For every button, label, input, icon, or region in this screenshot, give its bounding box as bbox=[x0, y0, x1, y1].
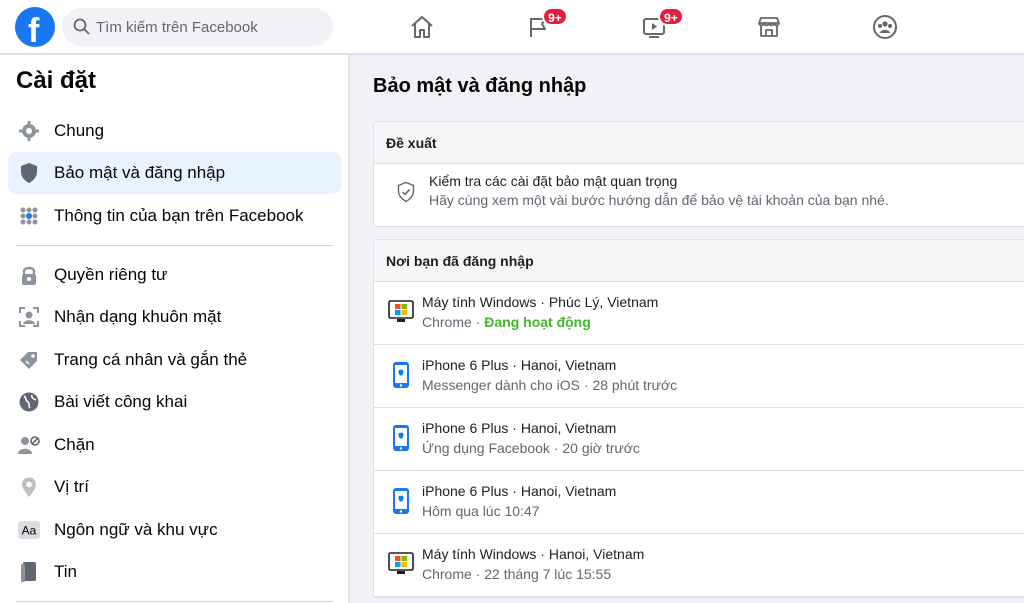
sessions-header: Nơi bạn đã đăng nhập bbox=[374, 240, 1024, 282]
sidebar-item-privacy[interactable]: Quyền riêng tư bbox=[8, 254, 341, 296]
session-row[interactable]: iPhone 6 Plus · Hanoi, Vietnam Hôm qua l… bbox=[374, 471, 1024, 534]
security-checkup-title: Kiểm tra các cài đặt bảo mật quan trọng bbox=[429, 173, 678, 189]
security-checkup-item[interactable]: Kiểm tra các cài đặt bảo mật quan trọng … bbox=[374, 164, 1024, 226]
session-row[interactable]: Máy tính Windows · Phúc Lý, Vietnam Chro… bbox=[374, 282, 1024, 345]
pages-notification-badge: 9+ bbox=[542, 7, 568, 26]
session-device: iPhone 6 Plus bbox=[422, 483, 509, 499]
session-time: 20 giờ trước bbox=[562, 440, 640, 456]
language-icon: Aa bbox=[15, 516, 43, 544]
groups-icon bbox=[873, 15, 897, 39]
settings-sidebar: Cài đặt Chung Bảo mật và đăng nhập Thông… bbox=[0, 55, 349, 603]
session-row[interactable]: Máy tính Windows · Hanoi, Vietnam Chrome… bbox=[374, 534, 1024, 597]
sidebar-item-public-posts[interactable]: Bài viết công khai bbox=[8, 381, 341, 423]
session-location: Hanoi, Vietnam bbox=[520, 357, 617, 373]
session-active-status: Đang hoạt động bbox=[484, 314, 591, 330]
sidebar-item-label: Thông tin của bạn trên Facebook bbox=[54, 206, 304, 225]
logged-in-sessions-card: Nơi bạn đã đăng nhập Máy tính Windows · … bbox=[373, 239, 1024, 598]
windows-computer-icon bbox=[388, 549, 414, 579]
session-location: Phúc Lý, Vietnam bbox=[548, 294, 659, 310]
sidebar-divider bbox=[16, 245, 333, 246]
page-title: Bảo mật và đăng nhập bbox=[373, 75, 587, 97]
sidebar-divider bbox=[16, 601, 333, 602]
sidebar-item-label: Nhận dạng khuôn mặt bbox=[54, 307, 222, 326]
session-device: iPhone 6 Plus bbox=[422, 357, 509, 373]
sidebar-item-label: Trang cá nhân và gắn thẻ bbox=[54, 350, 248, 369]
tag-icon bbox=[15, 346, 43, 374]
nav-pages-button[interactable]: 9+ bbox=[508, 6, 568, 48]
sidebar-item-profile-tagging[interactable]: Trang cá nhân và gắn thẻ bbox=[8, 339, 341, 381]
sidebar-item-label: Chặn bbox=[54, 435, 95, 454]
session-app: Chrome bbox=[422, 566, 472, 582]
sidebar-item-label: Quyền riêng tư bbox=[54, 265, 168, 284]
sidebar-item-language[interactable]: Aa Ngôn ngữ và khu vực bbox=[8, 509, 341, 551]
session-location: Hanoi, Vietnam bbox=[520, 483, 617, 499]
recommended-header: Đề xuất bbox=[374, 122, 1024, 164]
search-box[interactable] bbox=[62, 8, 333, 46]
book-icon bbox=[15, 558, 43, 586]
sidebar-item-label: Bảo mật và đăng nhập bbox=[54, 163, 226, 182]
session-device: iPhone 6 Plus bbox=[422, 420, 509, 436]
main-content: Bảo mật và đăng nhập Đề xuất Kiểm tra cá… bbox=[350, 55, 1024, 603]
sidebar-item-general[interactable]: Chung bbox=[8, 110, 341, 152]
recommended-card: Đề xuất Kiểm tra các cài đặt bảo mật qua… bbox=[373, 121, 1024, 227]
windows-computer-icon bbox=[388, 297, 414, 327]
session-app: Messenger dành cho iOS bbox=[422, 377, 580, 393]
grid-icon bbox=[15, 202, 43, 230]
face-scan-icon bbox=[15, 303, 43, 331]
globe-icon bbox=[15, 388, 43, 416]
session-row[interactable]: iPhone 6 Plus · Hanoi, Vietnam Messenger… bbox=[374, 345, 1024, 408]
sidebar-item-security[interactable]: Bảo mật và đăng nhập bbox=[8, 152, 341, 194]
shield-check-icon bbox=[397, 181, 415, 203]
location-pin-icon bbox=[15, 473, 43, 501]
lock-icon bbox=[15, 261, 43, 289]
sidebar-item-label: Vị trí bbox=[54, 477, 89, 496]
session-device: Máy tính Windows bbox=[422, 546, 537, 562]
shield-icon bbox=[15, 159, 43, 187]
security-checkup-subtitle: Hãy cùng xem một vài bước hướng dẫn để b… bbox=[429, 192, 889, 208]
session-row[interactable]: iPhone 6 Plus · Hanoi, Vietnam Ứng dụng … bbox=[374, 408, 1024, 471]
svg-text:Aa: Aa bbox=[22, 524, 37, 538]
sidebar-item-blocking[interactable]: Chặn bbox=[8, 424, 341, 466]
iphone-icon bbox=[388, 423, 414, 453]
store-icon bbox=[758, 17, 780, 37]
sidebar-title: Cài đặt bbox=[16, 67, 97, 94]
session-location: Hanoi, Vietnam bbox=[520, 420, 617, 436]
session-app: Chrome bbox=[422, 314, 472, 330]
watch-notification-badge: 9+ bbox=[658, 7, 684, 26]
search-input[interactable] bbox=[96, 8, 326, 46]
iphone-icon bbox=[388, 360, 414, 390]
sidebar-item-label: Bài viết công khai bbox=[54, 392, 188, 411]
session-time: 28 phút trước bbox=[592, 377, 678, 393]
top-navigation-bar: f 9+ 9+ bbox=[0, 0, 1024, 54]
block-user-icon bbox=[15, 431, 43, 459]
search-icon bbox=[73, 18, 90, 35]
sidebar-item-label: Chung bbox=[54, 121, 105, 140]
iphone-icon bbox=[388, 486, 414, 516]
home-icon bbox=[411, 16, 433, 38]
session-app: Ứng dụng Facebook bbox=[422, 440, 550, 456]
sidebar-item-stories[interactable]: Tin bbox=[8, 551, 341, 593]
session-time: 22 tháng 7 lúc 15:55 bbox=[484, 566, 612, 582]
session-time: Hôm qua lúc 10:47 bbox=[422, 503, 540, 519]
sidebar-item-label: Tin bbox=[54, 562, 77, 581]
session-location: Hanoi, Vietnam bbox=[548, 546, 645, 562]
nav-groups-button[interactable] bbox=[855, 6, 915, 48]
session-device: Máy tính Windows bbox=[422, 294, 537, 310]
sidebar-item-label: Ngôn ngữ và khu vực bbox=[54, 520, 218, 539]
nav-watch-button[interactable]: 9+ bbox=[624, 6, 684, 48]
sidebar-item-face-recognition[interactable]: Nhận dạng khuôn mặt bbox=[8, 296, 341, 338]
facebook-logo-icon[interactable]: f bbox=[15, 7, 55, 50]
sidebar-item-location[interactable]: Vị trí bbox=[8, 466, 341, 508]
sidebar-item-your-info[interactable]: Thông tin của bạn trên Facebook bbox=[8, 195, 341, 237]
gear-icon bbox=[15, 117, 43, 145]
nav-home-button[interactable] bbox=[392, 6, 452, 48]
nav-marketplace-button[interactable] bbox=[739, 6, 799, 48]
